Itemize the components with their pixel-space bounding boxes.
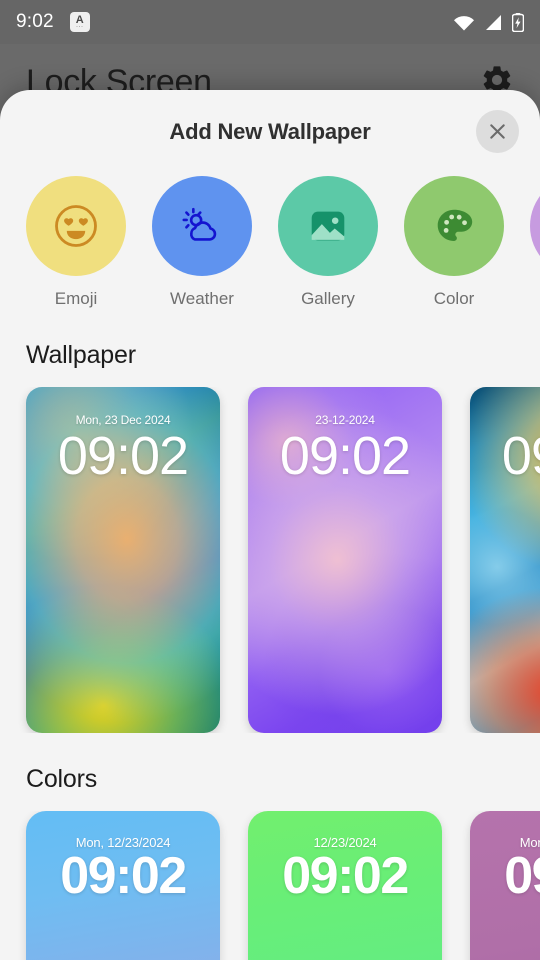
- wallpaper-card[interactable]: 09:02: [470, 387, 540, 733]
- color-card[interactable]: Mon, 12/23/2024 09:02: [470, 811, 540, 960]
- category-photo[interactable]: Photo: [530, 176, 540, 309]
- color-card-time: 09:02: [504, 847, 540, 905]
- color-card-row[interactable]: Mon, 12/23/2024 09:02 12/23/2024 09:02 M…: [0, 811, 540, 960]
- cellular-signal-icon: [486, 14, 501, 30]
- category-emoji-circle[interactable]: [26, 176, 126, 276]
- add-wallpaper-sheet: Add New Wallpaper Emoji Weather Gallery …: [0, 90, 540, 960]
- sheet-title: Add New Wallpaper: [169, 119, 371, 144]
- image-icon: [311, 211, 345, 241]
- language-badge-letter: A: [75, 13, 84, 26]
- color-card[interactable]: 12/23/2024 09:02: [248, 811, 442, 960]
- color-card-time: 09:02: [282, 847, 409, 905]
- language-badge-icon: A ···: [69, 12, 90, 32]
- category-color[interactable]: Color: [404, 176, 504, 309]
- status-bar: 9:02 A ···: [0, 0, 540, 44]
- status-bar-icons: [453, 12, 524, 32]
- category-emoji-label: Emoji: [54, 289, 98, 308]
- category-color-circle[interactable]: [404, 176, 504, 276]
- close-button[interactable]: [476, 110, 519, 153]
- wallpaper-card[interactable]: 23-12-2024 09:02: [248, 387, 442, 733]
- category-gallery-circle[interactable]: [278, 176, 378, 276]
- category-emoji[interactable]: Emoji: [26, 176, 126, 309]
- category-color-label: Color: [433, 289, 475, 308]
- category-row[interactable]: Emoji Weather Gallery Color: [0, 176, 540, 309]
- language-badge-dots: ···: [76, 23, 84, 30]
- category-weather[interactable]: Weather: [152, 176, 252, 309]
- section-title-wallpaper: Wallpaper: [26, 341, 136, 369]
- color-card[interactable]: Mon, 12/23/2024 09:02: [26, 811, 220, 960]
- emoji-heart-eyes-icon: [55, 205, 97, 247]
- paint-palette-icon: [437, 209, 473, 241]
- battery-charging-icon: [512, 12, 524, 32]
- status-bar-clock: 9:02: [16, 11, 54, 32]
- category-gallery[interactable]: Gallery: [278, 176, 378, 309]
- category-gallery-label: Gallery: [301, 289, 355, 308]
- category-weather-circle[interactable]: [152, 176, 252, 276]
- category-weather-label: Weather: [170, 289, 234, 308]
- wifi-icon: [454, 15, 474, 30]
- wallpaper-card-row[interactable]: Mon, 23 Dec 2024 09:02 23-12-2024 09:02 …: [0, 387, 540, 733]
- section-title-colors: Colors: [26, 765, 98, 793]
- wallpaper-card-time: 09:02: [501, 426, 540, 486]
- color-card-time: 09:02: [60, 847, 187, 905]
- sheet-header: Add New Wallpaper: [0, 90, 540, 174]
- wallpaper-card-time: 09:02: [57, 426, 189, 486]
- wallpaper-card-time: 09:02: [279, 426, 411, 486]
- close-icon: [490, 124, 505, 139]
- sun-behind-cloud-icon: [182, 207, 217, 241]
- category-photo-circle[interactable]: [530, 176, 540, 276]
- wallpaper-card[interactable]: Mon, 23 Dec 2024 09:02: [26, 387, 220, 733]
